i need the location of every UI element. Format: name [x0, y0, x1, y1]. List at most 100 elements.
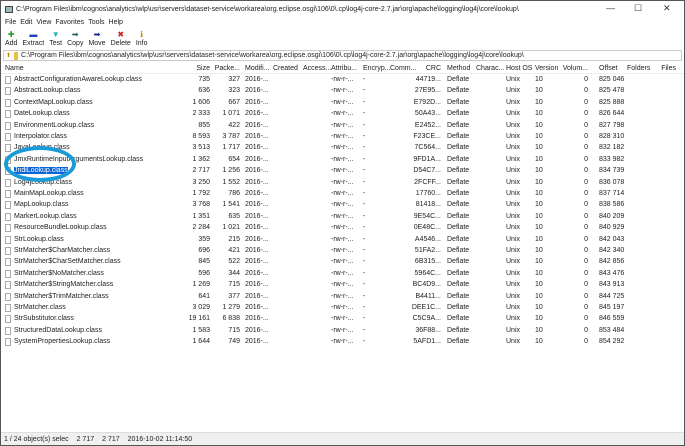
version: 10 — [535, 247, 543, 254]
table-row[interactable]: ContextMapLookup.class 1 606 667 2016-... -r… — [1, 98, 684, 109]
version: 10 — [535, 133, 543, 140]
offset: 853 484 — [599, 326, 625, 334]
offset: 836 078 — [599, 178, 625, 186]
crc: BC4D9... — [412, 281, 441, 289]
table-row[interactable]: StrMatcher$TrimMatcher.class 641 377 2016-.… — [1, 292, 684, 303]
address-input[interactable]: C:\Program Files\ibm\cognos\analytics\wl… — [21, 52, 524, 59]
column-hostos[interactable]: Host OS — [506, 65, 532, 72]
crc: 7C564... — [414, 144, 441, 152]
table-row[interactable]: StrMatcher$CharMatcher.class 696 421 2016-.… — [1, 246, 684, 257]
table-row[interactable]: StrSubstitutor.class 19 161 6 838 2016-... -… — [1, 314, 684, 325]
table-row[interactable]: SystemPropertiesLookup.class 1 644 749 2016… — [1, 337, 684, 348]
menu-favorites[interactable]: Favorites — [55, 19, 84, 26]
column-access[interactable]: Access... — [303, 65, 331, 72]
table-row[interactable]: Interpolator.class 8 593 3 787 2016-... -rw-… — [1, 132, 684, 143]
info-icon: ℹ — [140, 30, 144, 39]
table-row[interactable]: MapLookup.class 3 768 1 541 2016-... -rw-r-.… — [1, 200, 684, 211]
menu-file[interactable]: File — [5, 19, 16, 26]
table-row[interactable]: MainMapLookup.class 1 792 786 2016-... -rw-r… — [1, 189, 684, 200]
version: 10 — [535, 304, 543, 311]
encrypted: - — [363, 247, 366, 254]
table-row[interactable]: ResourceBundleLookup.class 2 284 1 021 2016… — [1, 223, 684, 234]
menu-edit[interactable]: Edit — [20, 19, 32, 26]
crc: D54C7... — [413, 167, 441, 175]
modified: 2016-... — [245, 224, 269, 232]
encrypted: - — [363, 212, 366, 220]
delete-button[interactable]: ✖ Delete — [110, 30, 132, 47]
file-icon — [5, 121, 11, 130]
close-button[interactable]: ✕ — [663, 3, 671, 14]
column-encryp[interactable]: Encryp... — [363, 65, 391, 72]
volume: 0 — [584, 155, 588, 163]
version: 10 — [535, 281, 543, 289]
file-icon — [5, 87, 11, 96]
crc: 27E95... — [414, 87, 441, 95]
volume: 0 — [584, 304, 588, 311]
size: 596 — [198, 269, 210, 277]
method: Deflate — [447, 121, 470, 129]
table-row[interactable]: JndiLookup.class 2 717 1 256 2016-... -rw-r-… — [1, 166, 684, 177]
column-method[interactable]: Method — [447, 65, 470, 72]
info-button[interactable]: ℹ Info — [135, 30, 149, 47]
address-bar[interactable]: ⬆ C:\Program Files\ibm\cognos\analytics\… — [3, 50, 682, 61]
table-row[interactable]: StrLookup.class 359 215 2016-... -rw-r-... - A… — [1, 235, 684, 246]
crc: E792D... — [413, 98, 441, 106]
column-size[interactable]: Size — [196, 65, 210, 72]
column-comm[interactable]: Comm... — [390, 65, 416, 72]
table-row[interactable]: AbstractLookup.class 636 323 2016-... -rw-r-… — [1, 86, 684, 97]
menu-tools[interactable]: Tools — [88, 19, 104, 26]
host-os: Unix — [506, 121, 521, 129]
column-offset[interactable]: Offset — [599, 65, 618, 72]
up-arrow-icon[interactable]: ⬆ — [6, 52, 11, 59]
packed-size: 1 541 — [222, 201, 240, 209]
table-row[interactable]: EnvironmentLookup.class 855 422 2016-... -rw… — [1, 121, 684, 132]
column-name[interactable]: Name — [5, 65, 24, 72]
table-row[interactable]: JmxRuntimeInputArgumentsLookup.class 1 36… — [1, 155, 684, 166]
column-created[interactable]: Created — [273, 65, 298, 72]
file-icon — [5, 281, 11, 290]
extract-button[interactable]: ▬ Extract — [21, 30, 45, 47]
crc: 0E48C... — [413, 224, 441, 232]
attributes: -rw-r-... — [331, 144, 354, 152]
version: 10 — [535, 155, 543, 163]
encrypted: - — [363, 167, 366, 175]
encrypted: - — [363, 121, 366, 129]
column-modifi[interactable]: Modifi... — [245, 65, 270, 72]
encrypted: - — [363, 338, 366, 346]
menu-help[interactable]: Help — [109, 19, 123, 26]
packed-size: 1 071 — [222, 110, 240, 118]
move-button[interactable]: ➡ Move — [87, 30, 106, 47]
table-row[interactable]: StructuredDataLookup.class 1 583 715 2016-.… — [1, 326, 684, 337]
file-icon — [5, 178, 11, 187]
column-packe[interactable]: Packe... — [215, 65, 240, 72]
minimize-button[interactable]: — — [606, 3, 615, 13]
column-volum[interactable]: Volum... — [563, 65, 588, 72]
column-crc[interactable]: CRC — [426, 65, 441, 72]
maximize-button[interactable]: ☐ — [634, 3, 642, 14]
column-charac[interactable]: Charac... — [476, 65, 504, 72]
table-row[interactable]: Log4jLookup.class 3 250 1 552 2016-... -rw-r… — [1, 178, 684, 189]
table-row[interactable]: JavaLookup.class 3 513 1 717 2016-... -rw-r-… — [1, 143, 684, 154]
table-row[interactable]: DateLookup.class 2 333 1 071 2016-... -rw-r-… — [1, 109, 684, 120]
method: Deflate — [447, 167, 470, 175]
table-row[interactable]: StrMatcher.class 3 029 1 279 2016-... -rw-r-… — [1, 303, 684, 314]
version: 10 — [535, 269, 543, 277]
table-row[interactable]: MarkerLookup.class 1 351 635 2016-... -rw-r-… — [1, 212, 684, 223]
column-attribu[interactable]: Attribu... — [331, 65, 357, 72]
volume: 0 — [584, 87, 588, 95]
version: 10 — [535, 178, 543, 186]
file-icon — [5, 155, 11, 164]
column-folders[interactable]: Folders — [627, 65, 650, 72]
menu-view[interactable]: View — [36, 19, 51, 26]
table-row[interactable]: StrMatcher$StringMatcher.class 1 269 715 20… — [1, 280, 684, 291]
column-files[interactable]: Files — [661, 65, 676, 72]
copy-button[interactable]: ➡ Copy — [66, 30, 84, 47]
offset: 838 586 — [599, 201, 625, 209]
table-row[interactable]: StrMatcher$NoMatcher.class 596 344 2016-...… — [1, 269, 684, 280]
column-version[interactable]: Version — [535, 65, 558, 72]
test-button[interactable]: ▼ Test — [48, 30, 63, 47]
add-button[interactable]: ✚ Add — [4, 30, 18, 47]
packed-size: 377 — [228, 292, 240, 300]
table-row[interactable]: StrMatcher$CharSetMatcher.class 845 522 201… — [1, 257, 684, 268]
table-row[interactable]: AbstractConfigurationAwareLookup.class 73… — [1, 75, 684, 86]
